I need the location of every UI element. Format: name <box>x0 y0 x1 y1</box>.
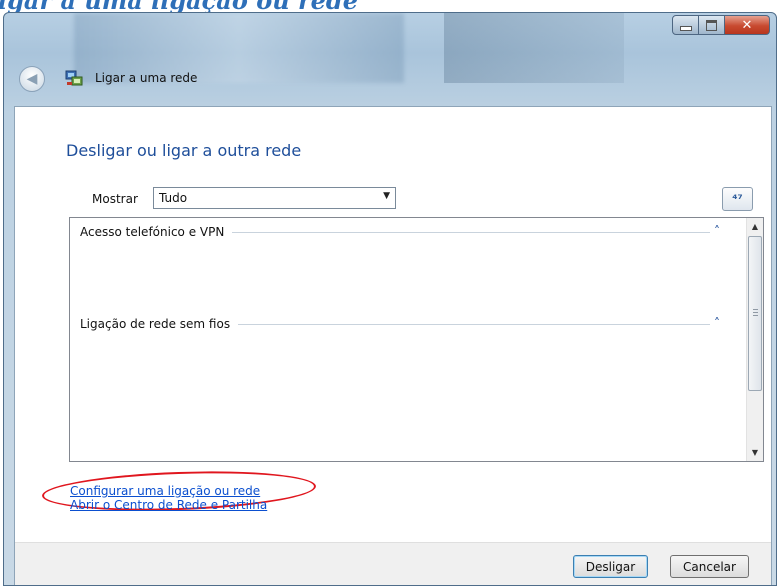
refresh-button[interactable]: ⁴⁷ <box>722 187 753 211</box>
show-label: Mostrar <box>92 192 138 206</box>
connect-network-window: ✕ ◀ Ligar a uma rede Desligar ou ligar a… <box>3 12 777 586</box>
content-panel: Desligar ou ligar a outra rede Mostrar T… <box>14 106 772 585</box>
maximize-button[interactable] <box>699 15 725 35</box>
caption-buttons: ✕ <box>672 15 770 35</box>
network-sharing-center-link[interactable]: Abrir o Centro de Rede e Partilha <box>70 498 267 512</box>
minimize-icon <box>679 25 692 31</box>
main-title: Desligar ou ligar a outra rede <box>66 141 302 160</box>
back-button[interactable]: ◀ <box>19 66 45 92</box>
group-label: Ligação de rede sem fios <box>80 317 231 331</box>
cancel-button[interactable]: Cancelar <box>670 555 749 578</box>
maximize-icon <box>706 19 717 31</box>
show-filter-select[interactable]: Tudo ▼ <box>153 187 396 209</box>
setup-connection-link[interactable]: Configurar uma ligação ou rede <box>70 484 260 498</box>
dialog-footer: Desligar Cancelar <box>15 542 771 585</box>
chevron-down-icon: ▼ <box>383 191 390 201</box>
collapse-chevron-icon[interactable]: ˄ <box>714 316 720 330</box>
background-blur-right <box>444 13 624 83</box>
group-divider <box>238 323 710 325</box>
group-header-wireless[interactable]: Ligação de rede sem fios ˄ <box>80 316 720 331</box>
network-list: Acesso telefónico e VPN ˄ Ligação de red… <box>69 217 764 462</box>
vertical-scrollbar[interactable]: ▲ ▼ <box>746 218 763 461</box>
disconnect-button[interactable]: Desligar <box>573 555 648 578</box>
scroll-up-arrow-icon[interactable]: ▲ <box>747 218 763 235</box>
group-header-dialup-vpn[interactable]: Acesso telefónico e VPN ˄ <box>80 224 720 239</box>
group-label: Acesso telefónico e VPN <box>80 225 225 239</box>
group-divider <box>232 231 710 233</box>
minimize-button[interactable] <box>672 15 699 35</box>
window-title: Ligar a uma rede <box>95 71 198 85</box>
close-button[interactable]: ✕ <box>725 15 770 35</box>
back-arrow-icon: ◀ <box>26 71 38 87</box>
scroll-down-arrow-icon[interactable]: ▼ <box>747 444 763 461</box>
network-icon <box>65 70 83 86</box>
refresh-icon: ⁴⁷ <box>732 192 743 206</box>
scroll-thumb[interactable] <box>748 236 762 391</box>
collapse-chevron-icon[interactable]: ˄ <box>714 224 720 238</box>
grip-icon <box>753 309 758 317</box>
close-icon: ✕ <box>741 17 753 33</box>
show-filter-value: Tudo <box>159 191 188 205</box>
